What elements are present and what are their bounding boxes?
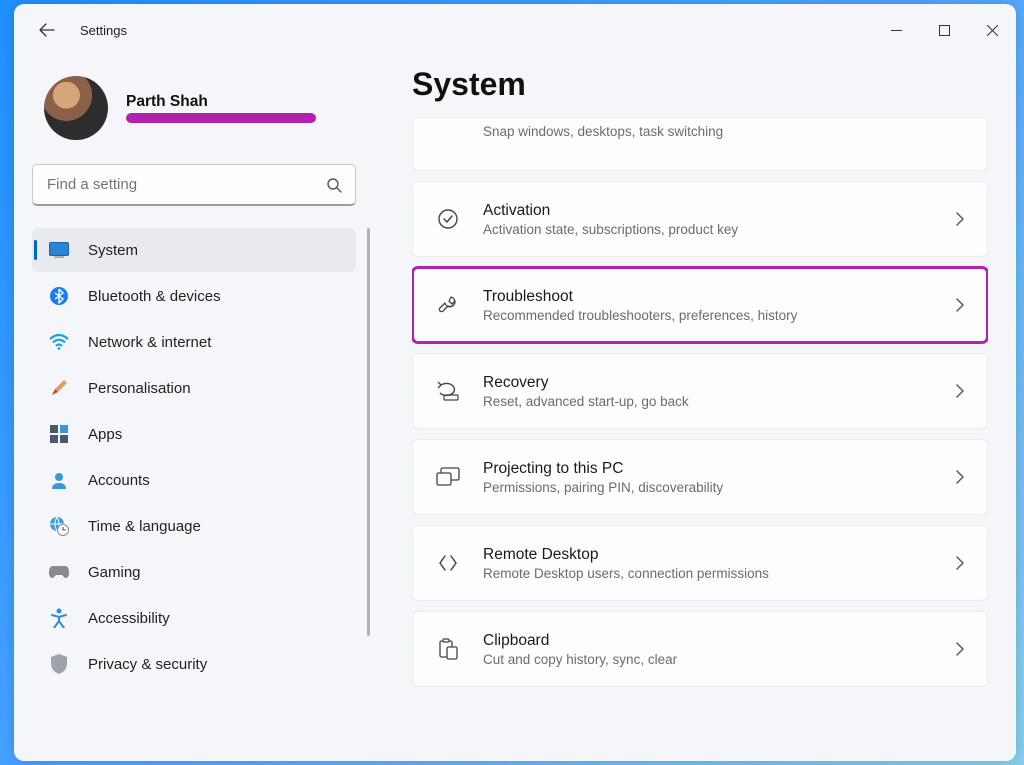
- sidebar-item-accounts[interactable]: Accounts: [32, 458, 356, 502]
- close-icon: [987, 25, 998, 36]
- nav-label: Apps: [88, 426, 122, 443]
- gamepad-icon: [48, 561, 70, 583]
- window-controls: [872, 10, 1016, 50]
- nav-label: Time & language: [88, 518, 201, 535]
- sidebar-item-system[interactable]: System: [32, 228, 356, 272]
- app-title: Settings: [80, 23, 127, 38]
- person-icon: [48, 469, 70, 491]
- chevron-right-icon: [956, 212, 965, 226]
- multitask-icon: [435, 124, 461, 138]
- user-info: Parth Shah: [126, 93, 316, 123]
- nav-label: Accounts: [88, 472, 150, 489]
- recovery-icon: [435, 378, 461, 404]
- sidebar-scrollbar[interactable]: [367, 228, 370, 636]
- card-remote-desktop[interactable]: Remote Desktop Remote Desktop users, con…: [412, 525, 988, 601]
- card-sub: Permissions, pairing PIN, discoverabilit…: [483, 480, 723, 495]
- nav-label: Accessibility: [88, 610, 170, 627]
- card-projecting[interactable]: Projecting to this PC Permissions, pairi…: [412, 439, 988, 515]
- card-title: Remote Desktop: [483, 546, 769, 564]
- card-title: Clipboard: [483, 632, 677, 650]
- user-email-redacted: [126, 113, 316, 123]
- maximize-button[interactable]: [920, 10, 968, 50]
- sidebar: Parth Shah System Bluetooth & devices: [14, 56, 374, 761]
- card-clipboard[interactable]: Clipboard Cut and copy history, sync, cl…: [412, 611, 988, 687]
- wifi-icon: [48, 331, 70, 353]
- system-icon: [48, 239, 70, 261]
- wrench-icon: [435, 292, 461, 318]
- sidebar-item-bluetooth[interactable]: Bluetooth & devices: [32, 274, 356, 318]
- card-sub: Snap windows, desktops, task switching: [483, 124, 723, 139]
- nav-label: Network & internet: [88, 334, 211, 351]
- card-recovery[interactable]: Recovery Reset, advanced start-up, go ba…: [412, 353, 988, 429]
- settings-window: Settings Parth Shah: [14, 4, 1016, 761]
- sidebar-item-accessibility[interactable]: Accessibility: [32, 596, 356, 640]
- search-wrap: [32, 164, 356, 206]
- chevron-right-icon: [956, 298, 965, 312]
- card-sub: Activation state, subscriptions, product…: [483, 222, 738, 237]
- projecting-icon: [435, 464, 461, 490]
- card-sub: Recommended troubleshooters, preferences…: [483, 308, 797, 323]
- chevron-right-icon: [956, 470, 965, 484]
- card-title: Projecting to this PC: [483, 460, 723, 478]
- minimize-icon: [891, 25, 902, 36]
- nav-label: Gaming: [88, 564, 141, 581]
- sidebar-item-time[interactable]: Time & language: [32, 504, 356, 548]
- nav: System Bluetooth & devices Network & int…: [32, 228, 356, 686]
- card-sub: Reset, advanced start-up, go back: [483, 394, 689, 409]
- nav-label: Bluetooth & devices: [88, 288, 221, 305]
- page-title: System: [412, 66, 988, 103]
- titlebar: Settings: [14, 4, 1016, 56]
- sidebar-item-gaming[interactable]: Gaming: [32, 550, 356, 594]
- chevron-right-icon: [956, 642, 965, 656]
- user-name: Parth Shah: [126, 93, 316, 111]
- sidebar-item-personalisation[interactable]: Personalisation: [32, 366, 356, 410]
- avatar: [44, 76, 108, 140]
- search-icon: [326, 177, 342, 193]
- checkmark-circle-icon: [435, 206, 461, 232]
- chevron-right-icon: [956, 384, 965, 398]
- card-troubleshoot[interactable]: Troubleshoot Recommended troubleshooters…: [412, 267, 988, 343]
- user-profile[interactable]: Parth Shah: [32, 76, 356, 140]
- close-button[interactable]: [968, 10, 1016, 50]
- clipboard-icon: [435, 636, 461, 662]
- remote-desktop-icon: [435, 550, 461, 576]
- chevron-right-icon: [956, 556, 965, 570]
- card-sub: Cut and copy history, sync, clear: [483, 652, 677, 667]
- cards-wrap: Snap windows, desktops, task switching A…: [412, 117, 988, 761]
- card-sub: Remote Desktop users, connection permiss…: [483, 566, 769, 581]
- bluetooth-icon: [48, 285, 70, 307]
- accessibility-icon: [48, 607, 70, 629]
- globe-clock-icon: [48, 515, 70, 537]
- nav-label: Personalisation: [88, 380, 191, 397]
- arrow-left-icon: [39, 22, 55, 38]
- shield-icon: [48, 653, 70, 675]
- sidebar-item-apps[interactable]: Apps: [32, 412, 356, 456]
- card-multitasking[interactable]: Snap windows, desktops, task switching: [412, 117, 988, 171]
- body: Parth Shah System Bluetooth & devices: [14, 56, 1016, 761]
- apps-icon: [48, 423, 70, 445]
- nav-label: Privacy & security: [88, 656, 207, 673]
- card-title: Troubleshoot: [483, 288, 797, 306]
- sidebar-item-network[interactable]: Network & internet: [32, 320, 356, 364]
- paintbrush-icon: [48, 377, 70, 399]
- main: System Snap windows, desktops, task swit…: [374, 56, 1016, 761]
- maximize-icon: [939, 25, 950, 36]
- sidebar-item-privacy[interactable]: Privacy & security: [32, 642, 356, 686]
- minimize-button[interactable]: [872, 10, 920, 50]
- search-input[interactable]: [32, 164, 356, 206]
- back-button[interactable]: [32, 15, 62, 45]
- card-title: Activation: [483, 202, 738, 220]
- card-title: Recovery: [483, 374, 689, 392]
- cards-list: Snap windows, desktops, task switching A…: [412, 117, 988, 687]
- card-activation[interactable]: Activation Activation state, subscriptio…: [412, 181, 988, 257]
- nav-label: System: [88, 242, 138, 259]
